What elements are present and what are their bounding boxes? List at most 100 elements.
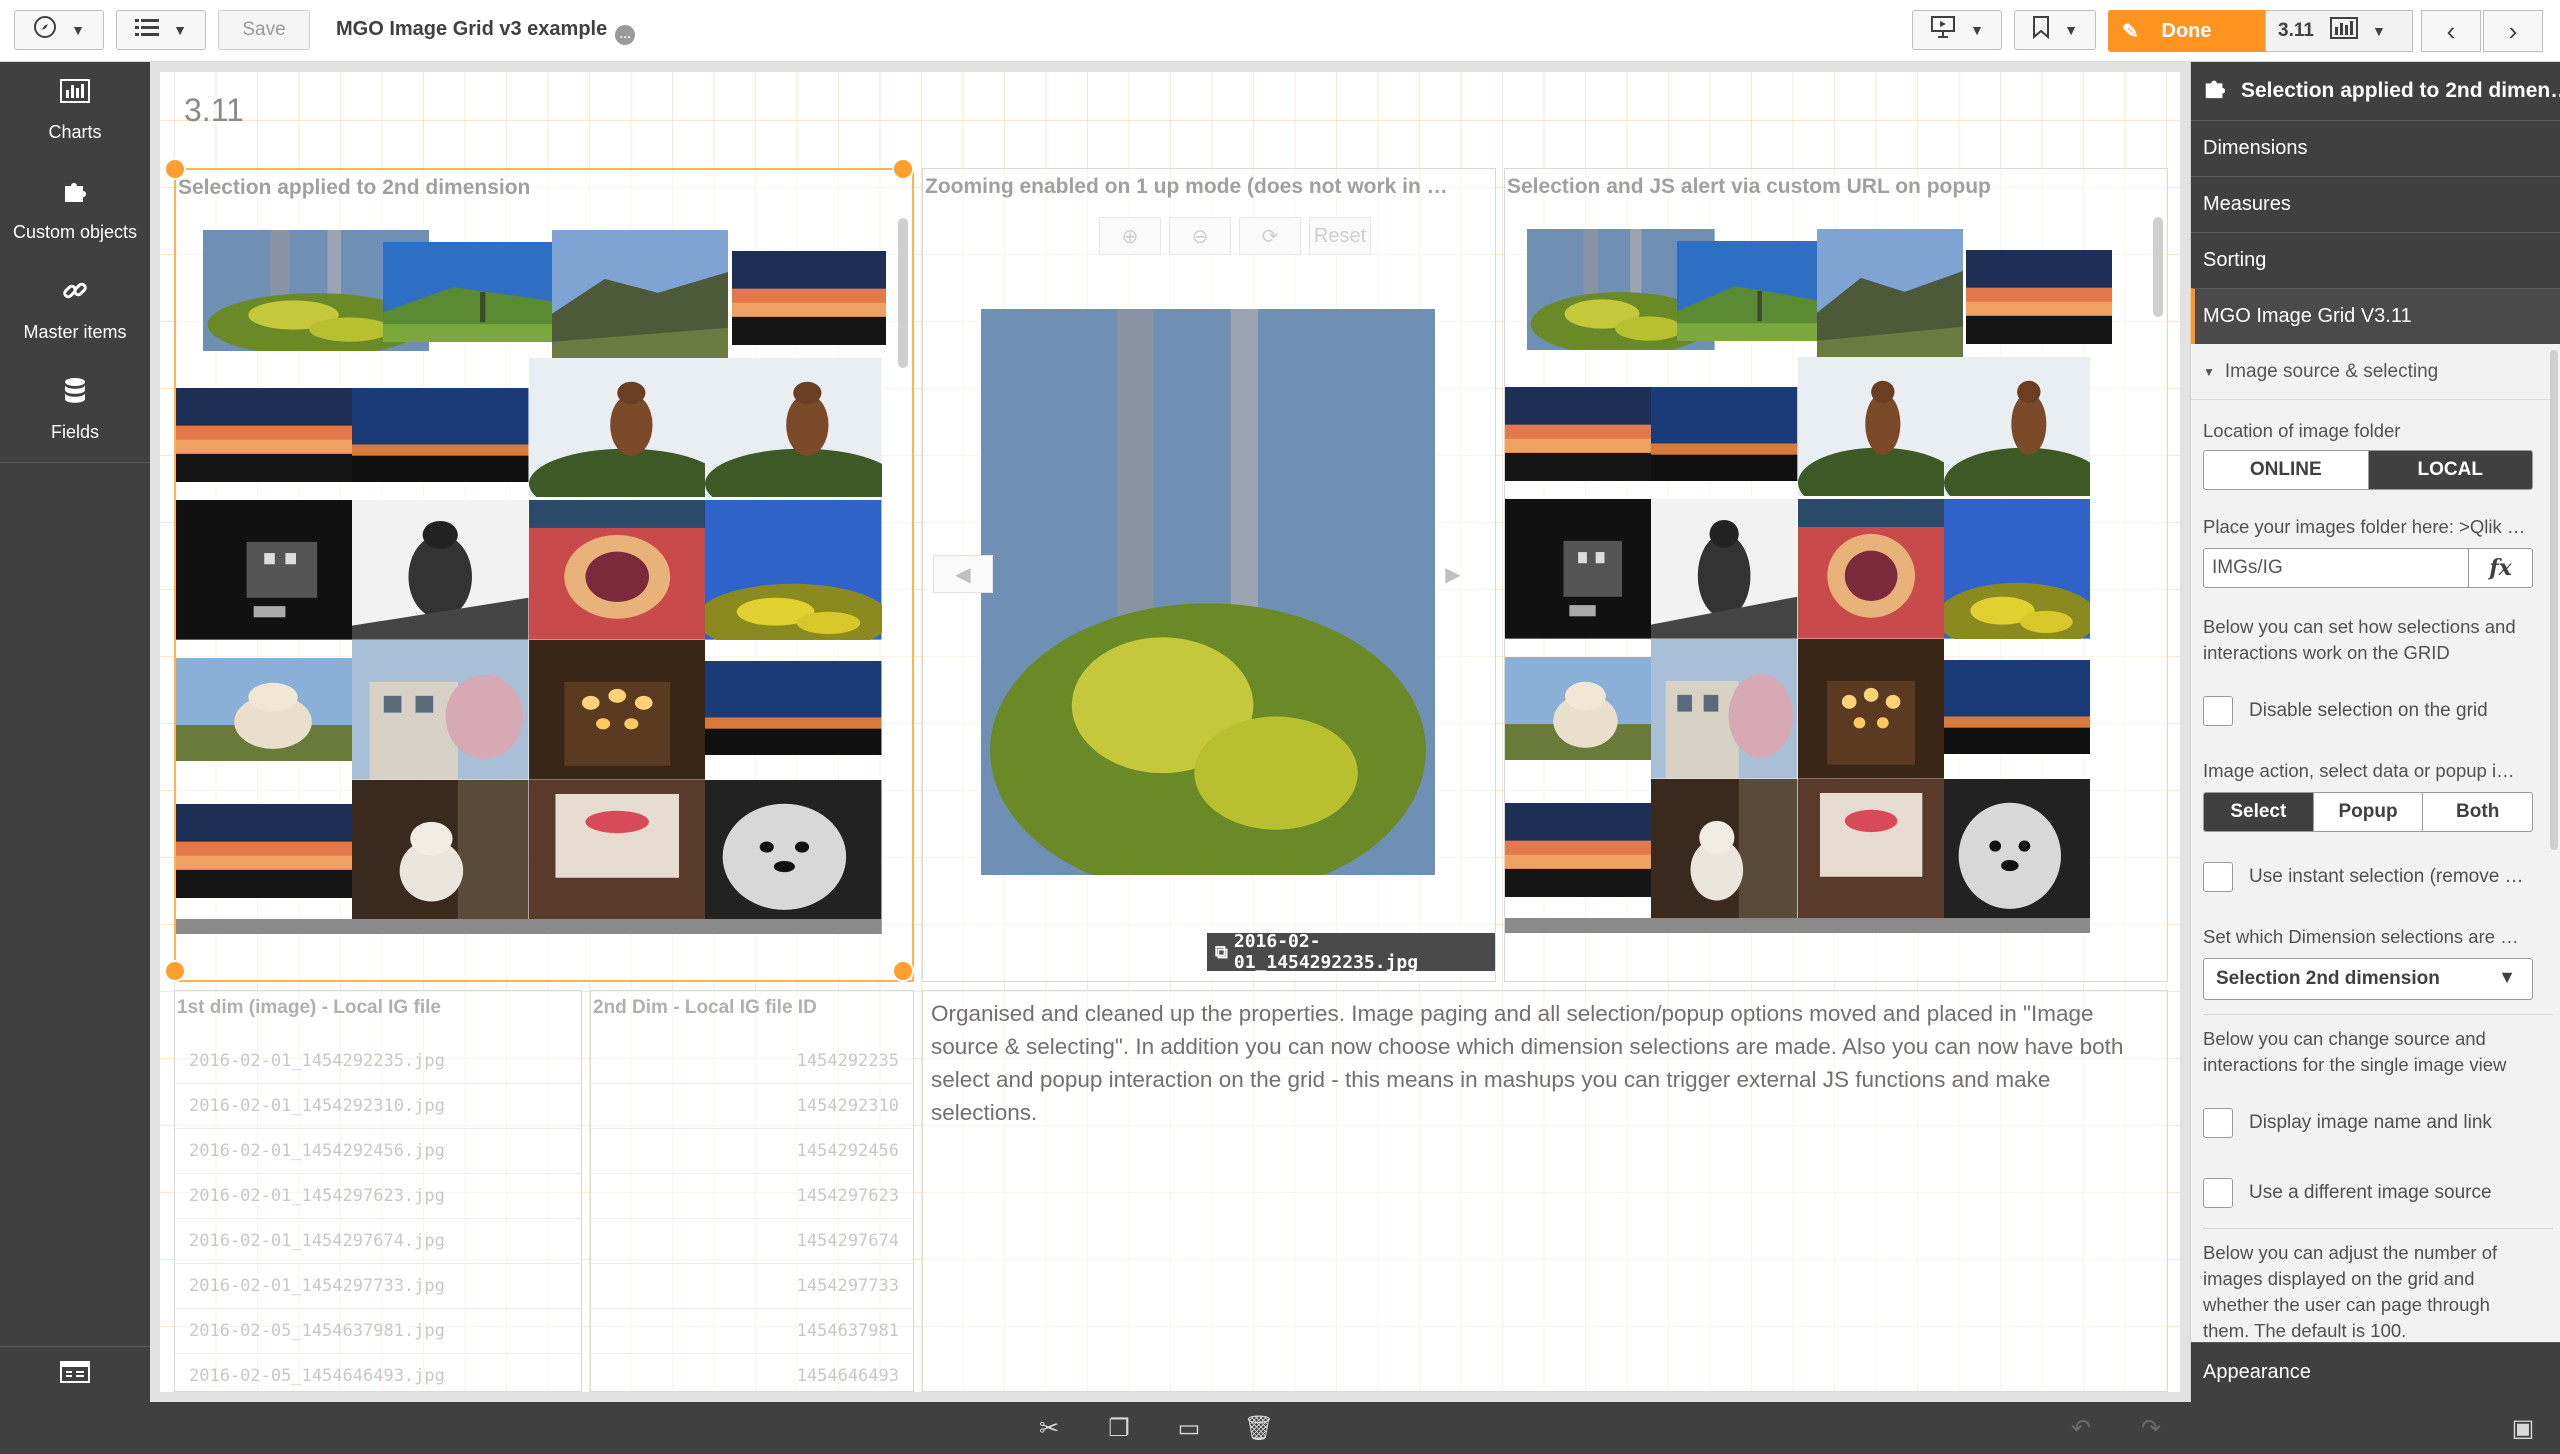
navigation-menu-button[interactable]: ▼ (14, 10, 104, 50)
grid-image[interactable] (1943, 499, 2091, 639)
next-sheet-button[interactable]: › (2483, 10, 2543, 52)
grid-image[interactable] (705, 357, 882, 498)
grid-image[interactable] (1505, 802, 1652, 897)
grid-image[interactable] (705, 779, 882, 920)
grid-image[interactable] (1943, 356, 2091, 497)
toggle-panel-button[interactable] (0, 1346, 150, 1402)
grid-image[interactable] (1816, 229, 1963, 369)
table-row[interactable]: 1454646493 (591, 1354, 913, 1391)
dimension-selection-dropdown[interactable]: Selection 2nd dimension ▼ (2203, 958, 2533, 1000)
info-icon[interactable]: … (615, 25, 636, 45)
resize-handle[interactable] (892, 158, 914, 180)
grid-image[interactable] (1651, 499, 1798, 639)
rotate-button[interactable]: ⟳ (1239, 217, 1301, 255)
global-menu-button[interactable]: ▼ (116, 10, 206, 50)
reset-zoom-button[interactable]: Reset (1309, 217, 1371, 255)
sidebar-item-fields[interactable]: Fields (0, 362, 150, 462)
image-grid-object-2[interactable]: Zooming enabled on 1 up mode (does not w… (922, 168, 1496, 982)
sidebar-item-charts[interactable]: Charts (0, 62, 150, 162)
grid-image[interactable] (1797, 778, 1944, 919)
resize-handle[interactable] (892, 960, 914, 982)
copy-button[interactable]: ❐ (1104, 1414, 1134, 1442)
grid-image[interactable] (1505, 918, 2091, 934)
table-row[interactable]: 1454297733 (591, 1264, 913, 1309)
section-dimensions[interactable]: Dimensions (2191, 120, 2560, 176)
resize-handle[interactable] (164, 158, 186, 180)
table-row[interactable]: 1454292310 (591, 1084, 913, 1129)
table-row[interactable]: 2016-02-01_1454297674.jpg (175, 1219, 581, 1264)
grid-image[interactable] (1966, 250, 2113, 345)
grid-image[interactable] (1505, 386, 1652, 481)
table-object-1[interactable]: 1st dim (image) - Local IG file 2016-02-… (174, 990, 582, 1392)
grid-image[interactable] (176, 803, 353, 898)
sheet-selector-button[interactable]: 3.11 ▼ (2265, 10, 2413, 52)
section-sorting[interactable]: Sorting (2191, 232, 2560, 288)
grid-image[interactable] (1651, 386, 1798, 481)
grid-image[interactable] (176, 500, 353, 640)
sidebar-item-master-items[interactable]: Master items (0, 262, 150, 362)
grid-image[interactable] (528, 500, 706, 640)
table-row[interactable]: 2016-02-01_1454292235.jpg (175, 1039, 581, 1084)
resize-handle[interactable] (164, 960, 186, 982)
sheet-title[interactable]: 3.11 (184, 92, 244, 129)
table-row[interactable]: 2016-02-05_1454637981.jpg (175, 1309, 581, 1354)
grid-image[interactable] (1943, 778, 2091, 919)
redo-button[interactable]: ↷ (2136, 1414, 2166, 1442)
table-row[interactable]: 2016-02-05_1454646493.jpg (175, 1354, 581, 1391)
grid-image[interactable] (352, 387, 529, 482)
section-appearance[interactable]: Appearance (2191, 1342, 2560, 1402)
zoom-out-button[interactable]: ⊖ (1169, 217, 1231, 255)
display-name-checkbox[interactable] (2203, 1108, 2233, 1138)
grid-image[interactable] (176, 919, 882, 935)
image-grid-object-1[interactable]: Selection applied to 2nd dimension (164, 158, 914, 982)
section-measures[interactable]: Measures (2191, 176, 2560, 232)
previous-image-button[interactable]: ◀ (933, 555, 993, 593)
grid-image[interactable] (383, 242, 560, 343)
folder-input[interactable] (2204, 549, 2468, 587)
toggle-properties-button[interactable]: ▣ (2508, 1414, 2538, 1442)
table-object-2[interactable]: 2nd Dim - Local IG file ID 1454292235 145… (590, 990, 914, 1392)
table-row[interactable]: 2016-02-01_1454292310.jpg (175, 1084, 581, 1129)
grid-image[interactable] (352, 779, 529, 920)
properties-scrollbar[interactable] (2550, 350, 2558, 850)
expression-button[interactable]: fx (2468, 549, 2532, 587)
option-popup[interactable]: Popup (2314, 793, 2424, 831)
grid-image[interactable] (1651, 638, 1798, 779)
undo-button[interactable]: ↶ (2066, 1414, 2096, 1442)
grid-image[interactable] (176, 387, 353, 482)
option-select[interactable]: Select (2204, 793, 2314, 831)
grid-image[interactable] (551, 230, 729, 370)
disable-selection-checkbox[interactable] (2203, 696, 2233, 726)
bookmark-button[interactable]: ▼ (2014, 10, 2096, 50)
table-row[interactable]: 1454292235 (591, 1039, 913, 1084)
grid-image[interactable] (352, 500, 529, 640)
present-button[interactable]: ▼ (1912, 10, 2002, 50)
grid-image[interactable] (705, 661, 882, 756)
cut-button[interactable]: ✂ (1034, 1414, 1064, 1442)
done-button[interactable]: ✎ Done (2108, 10, 2265, 52)
section-mgo-image-grid[interactable]: MGO Image Grid V3.11 (2191, 288, 2560, 344)
grid-image[interactable] (1505, 499, 1652, 639)
table-row[interactable]: 1454297674 (591, 1219, 913, 1264)
different-source-checkbox[interactable] (2203, 1178, 2233, 1208)
next-image-button[interactable]: ▶ (1423, 555, 1483, 593)
image-grid-object-3[interactable]: Selection and JS alert via custom URL on… (1504, 168, 2168, 982)
paste-button[interactable]: ▭ (1174, 1414, 1204, 1442)
grid-image[interactable] (528, 639, 706, 780)
table-row[interactable]: 2016-02-01_1454297733.jpg (175, 1264, 581, 1309)
grid-image[interactable] (1676, 241, 1823, 342)
table-row[interactable]: 1454637981 (591, 1309, 913, 1354)
option-local[interactable]: LOCAL (2368, 451, 2532, 489)
sidebar-item-custom-objects[interactable]: Custom objects (0, 162, 150, 262)
grid-image[interactable] (528, 779, 706, 920)
grid-image[interactable] (1943, 660, 2091, 755)
zoom-in-button[interactable]: ⊕ (1099, 217, 1161, 255)
single-image-view[interactable] (981, 309, 1435, 875)
table-row[interactable]: 1454292456 (591, 1129, 913, 1174)
table-row[interactable]: 2016-02-01_1454297623.jpg (175, 1174, 581, 1219)
delete-button[interactable]: 🗑 (1244, 1414, 1274, 1442)
instant-selection-checkbox[interactable] (2203, 862, 2233, 892)
grid-image[interactable] (1797, 499, 1944, 639)
grid-image[interactable] (1797, 638, 1944, 779)
grid-image[interactable] (352, 639, 529, 780)
